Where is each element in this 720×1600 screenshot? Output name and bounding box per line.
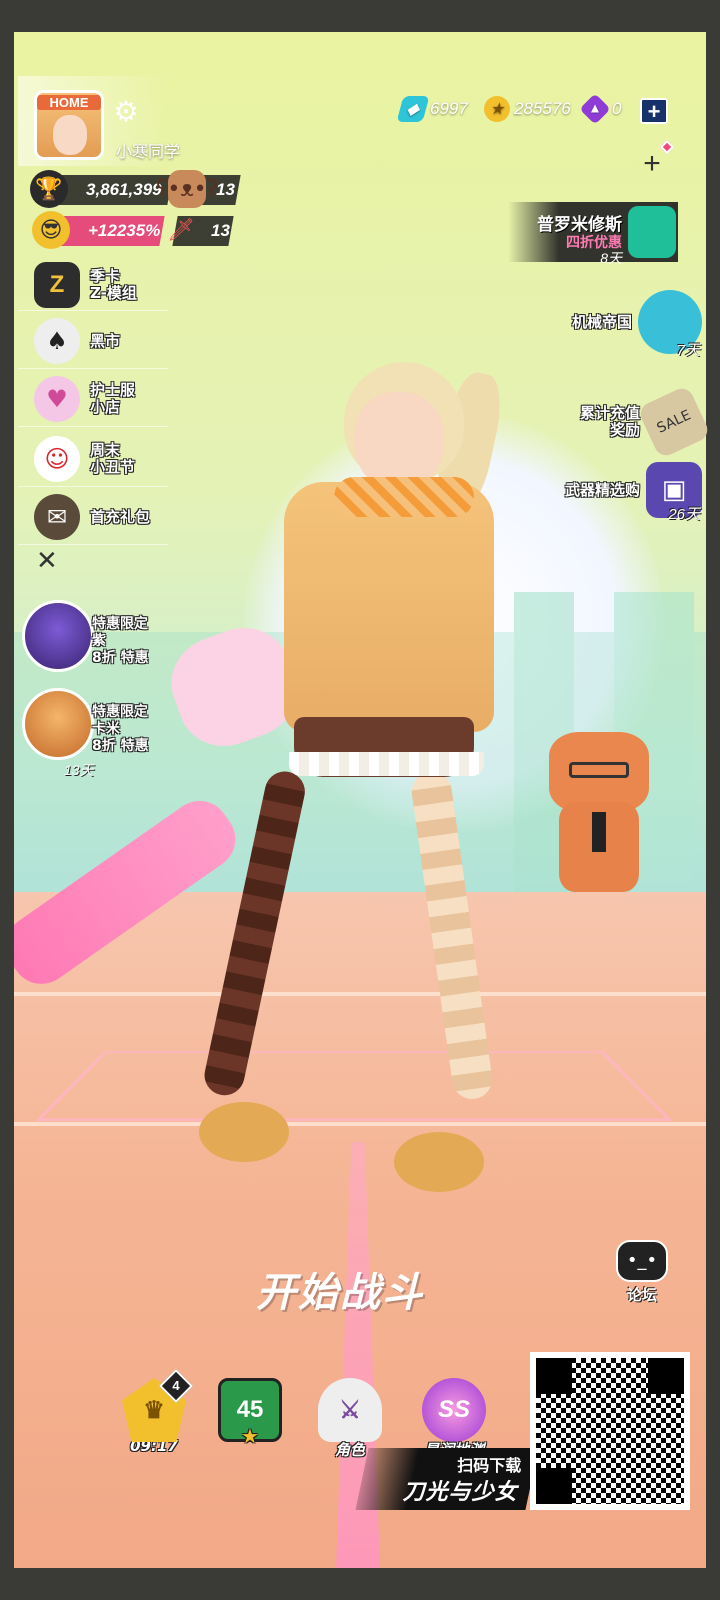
menu-nurse-shop[interactable]: ♥ 护士服 小店 — [34, 376, 135, 422]
bear-mascot — [544, 732, 654, 902]
menu-season-card[interactable]: Z 季卡 Z-模组 — [34, 262, 137, 308]
download-banner: 扫码下载 刀光与少女 — [355, 1448, 539, 1510]
offer-purple[interactable]: 特惠限定 紫 8折 特惠 — [22, 600, 149, 672]
trophy-icon: 🏆 — [30, 170, 68, 208]
menu-weapon-select[interactable]: 武器精选购 ▣ 26天 — [564, 462, 702, 523]
z-module-icon: Z — [34, 262, 80, 308]
star-icon: ★ — [241, 1424, 259, 1448]
menu-label: 周末 — [90, 441, 121, 459]
currency-purple-gem[interactable]: ▲ 0 — [579, 93, 622, 125]
diamond-value: 6997 — [430, 99, 468, 118]
divider — [18, 310, 168, 311]
home-badge: HOME — [37, 95, 101, 110]
weapon-box-icon: ▣ 26天 — [646, 462, 702, 523]
menu-label: 首充礼包 — [90, 507, 151, 526]
offer-days: 13天 — [64, 762, 94, 778]
currency-diamond[interactable]: ◆ 6997 — [396, 96, 468, 122]
menu-label: 季卡 — [90, 267, 121, 285]
boost-icon: 😎 — [32, 211, 70, 249]
menu-sublabel: 奖励 — [609, 421, 640, 439]
gold-button[interactable]: ♛ 4 金币 09:17 — [116, 1369, 193, 1454]
menu-first-recharge[interactable]: ✉ 首充礼包 — [34, 494, 150, 540]
forum-icon: •_• — [616, 1240, 668, 1282]
add-currency-button[interactable]: + — [640, 98, 668, 124]
forum-button[interactable]: •_• 论坛 — [612, 1240, 672, 1305]
divider — [18, 368, 168, 369]
username: 小寒同学 — [116, 142, 181, 161]
menu-sublabel: 小丑节 — [90, 458, 136, 476]
offer-tag: 特惠限定 — [92, 704, 148, 720]
menu-clown-fest[interactable]: ☺ 周末 小丑节 — [34, 436, 135, 482]
promo-days: 8天 — [600, 250, 622, 266]
divider — [18, 426, 168, 427]
purple-gem-icon: ▲ — [579, 93, 611, 125]
purple-gem-value: 0 — [612, 99, 622, 118]
character-button[interactable]: ⚔ 角色 — [312, 1378, 388, 1458]
player-character[interactable] — [194, 352, 509, 1212]
offer-tag: 特惠限定 — [92, 616, 148, 632]
bear-icon: ʕ•ᴥ•ʔ — [156, 170, 218, 208]
close-menu-icon[interactable]: ✕ — [36, 546, 58, 576]
qr-code — [530, 1352, 690, 1510]
currency-coin[interactable]: ★ 285576 — [484, 96, 571, 122]
mech-empire-portrait-icon: 7天 — [638, 290, 702, 359]
menu-black-market[interactable]: ♠ 黑市 — [34, 318, 120, 364]
days-remaining: 7天 — [676, 342, 700, 359]
spade-icon: ♠ — [34, 318, 80, 364]
forum-label: 论坛 — [626, 1286, 657, 1304]
menu-label: 累计充值 — [579, 404, 640, 422]
offer-character: 卡米 — [92, 721, 120, 737]
menu-label: 护士服 — [90, 381, 136, 399]
mask-icon — [628, 206, 676, 258]
start-battle-button[interactable]: 开始战斗 — [256, 1260, 424, 1318]
game-title: 刀光与少女 — [402, 1480, 518, 1505]
offer-portrait — [22, 688, 94, 760]
scan-download-label: 扫码下载 — [457, 1456, 522, 1475]
promo-prometheus[interactable]: 普罗米修斯 四折优惠 8天 — [508, 202, 678, 266]
nurse-outfit-icon: ♥ — [34, 376, 80, 422]
expand-plus-icon[interactable]: + — [638, 139, 675, 179]
divider — [18, 544, 168, 545]
menu-label: 黑市 — [90, 331, 121, 350]
menu-mech-empire[interactable]: 机械帝国 7天 — [571, 290, 702, 359]
settings-gear-icon[interactable]: ⚙ — [110, 96, 142, 128]
menu-label: 机械帝国 — [571, 312, 632, 331]
menu-label: 武器精选购 — [564, 480, 640, 499]
days-remaining: 26天 — [668, 506, 700, 523]
bear-value: 13 — [216, 180, 235, 199]
menu-cumulative-recharge[interactable]: 累计充值 奖励 SALE — [579, 384, 712, 460]
character-helmet-icon: ⚔ — [318, 1378, 382, 1442]
trophy-value: 3,861,399 — [86, 180, 162, 199]
gift-bag-icon: ✉ — [34, 494, 80, 540]
offer-kami[interactable]: 特惠限定 卡米 8折 特惠 — [22, 688, 149, 760]
coin-icon: ★ — [484, 96, 510, 122]
bonus-value: +12235% — [88, 221, 161, 240]
sale-tag-icon: SALE — [636, 384, 712, 460]
menu-sublabel: Z-模组 — [90, 284, 137, 302]
offer-character: 紫 — [92, 633, 106, 649]
offer-portrait — [22, 600, 94, 672]
menu-sublabel: 小店 — [90, 398, 121, 416]
abyss-button[interactable]: SS 星润地渊 — [416, 1378, 492, 1458]
ss-orb-icon: SS — [422, 1378, 486, 1442]
weapon-value: 13 — [211, 221, 230, 240]
divider — [18, 486, 168, 487]
clown-icon: ☺ — [34, 436, 80, 482]
sword-icon: 🗡 — [167, 217, 195, 243]
level-button[interactable]: 45 ★ — [212, 1378, 288, 1448]
avatar[interactable]: HOME — [34, 90, 104, 160]
offer-discount: 8折 特惠 — [92, 650, 149, 666]
offer-discount: 8折 特惠 — [92, 738, 149, 754]
coin-value: 285576 — [514, 99, 571, 118]
diamond-icon: ◆ — [396, 96, 430, 122]
